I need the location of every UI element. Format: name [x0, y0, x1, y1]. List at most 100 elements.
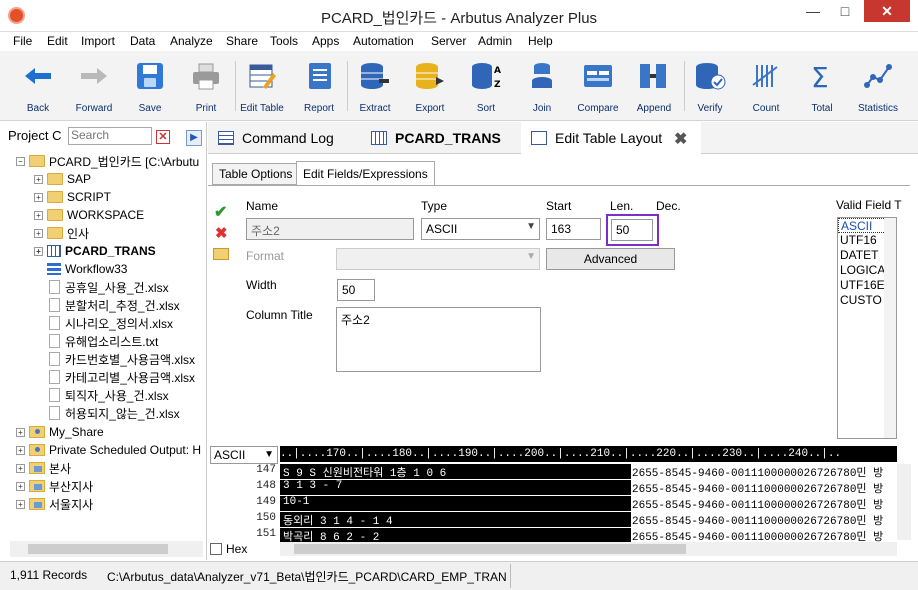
total-button[interactable]: Σ Total	[792, 57, 852, 114]
tab-command-log[interactable]: Command Log	[208, 122, 361, 154]
expand-icon[interactable]: +	[16, 463, 25, 473]
menu-file[interactable]: File	[13, 34, 32, 48]
tab-pcard-trans[interactable]: PCARD_TRANS	[361, 122, 521, 154]
tree-item-workspace[interactable]: + WORKSPACE	[34, 206, 144, 224]
file-icon	[49, 388, 60, 402]
menu-tools[interactable]: Tools	[270, 34, 298, 48]
statistics-button[interactable]: Statistics	[848, 57, 908, 114]
save-button[interactable]: Save	[120, 57, 180, 114]
expand-icon[interactable]: +	[34, 192, 43, 202]
verify-button[interactable]: Verify	[680, 57, 740, 114]
len-field[interactable]: 50	[611, 219, 653, 241]
start-field[interactable]: 163	[546, 218, 601, 240]
tree-item-sap[interactable]: + SAP	[34, 170, 91, 188]
forward-button[interactable]: Forward	[64, 57, 124, 114]
tree-root[interactable]: − PCARD_법인카드 [C:\Arbutu	[16, 152, 199, 170]
expand-icon[interactable]: +	[16, 427, 25, 437]
expand-icon[interactable]: +	[16, 481, 25, 491]
table-row[interactable]: 147 S 9 S 신원비전타워 1층 1 0 6 2655-8545-9460-0…	[208, 464, 897, 480]
tree-item-my-share[interactable]: + My_Share	[16, 423, 104, 441]
expand-icon[interactable]: +	[34, 174, 43, 184]
column-title-field[interactable]: 주소2	[336, 307, 541, 372]
tree-item-script[interactable]: + SCRIPT	[34, 188, 111, 206]
expand-icon[interactable]: +	[34, 228, 43, 238]
maximize-button[interactable]: □	[830, 0, 860, 22]
report-button[interactable]: Report	[289, 57, 349, 114]
join-button[interactable]: Join	[512, 57, 572, 114]
menu-help[interactable]: Help	[528, 34, 553, 48]
search-input[interactable]: Search	[68, 127, 152, 145]
extract-button[interactable]: Extract	[345, 57, 405, 114]
table-row[interactable]: 148 3 1 3 - 7 2655-8545-9460-0011100000026…	[208, 480, 897, 496]
tree-item-bonsa[interactable]: + 본사	[16, 459, 71, 477]
expand-icon[interactable]: +	[34, 210, 43, 220]
print-button[interactable]: Print	[176, 57, 236, 114]
export-button[interactable]: Export	[400, 57, 460, 114]
advanced-button[interactable]: Advanced	[546, 248, 675, 270]
type-select[interactable]: ASCII ▼	[421, 218, 540, 240]
grid-horizontal-scrollbar[interactable]	[280, 542, 897, 556]
width-field[interactable]: 50	[337, 279, 375, 301]
accept-icon[interactable]: ✔	[214, 202, 227, 222]
clear-search-icon[interactable]: ✕	[156, 130, 170, 144]
menu-apps[interactable]: Apps	[312, 34, 339, 48]
network-folder-icon	[29, 498, 45, 510]
tree-item-file[interactable]: 공휴일_사용_건.xlsx	[47, 278, 169, 296]
subtab-table-options[interactable]: Table Options	[212, 163, 300, 185]
count-button[interactable]: Count	[736, 57, 796, 114]
tree-item-file[interactable]: 카드번호별_사용금액.xlsx	[47, 350, 195, 368]
title-bar: PCARD_법인카드 - Arbutus Analyzer Plus — □ ✕	[0, 0, 918, 32]
tree-item-private-output[interactable]: + Private Scheduled Output: H	[16, 441, 201, 459]
len-label: Len.	[610, 199, 634, 213]
encoding-select[interactable]: ASCII ▼	[210, 446, 278, 464]
file-icon	[49, 280, 60, 294]
tree-item-file[interactable]: 유해업소리스트.txt	[47, 332, 158, 350]
table-row[interactable]: 149 10-1 2655-8545-9460-001110000002672678…	[208, 496, 897, 512]
minimize-button[interactable]: —	[798, 0, 828, 22]
name-field[interactable]: 주소2	[246, 218, 414, 240]
menu-server[interactable]: Server	[431, 34, 466, 48]
chevron-down-icon: ▼	[264, 449, 274, 460]
close-button[interactable]: ✕	[864, 0, 910, 22]
menu-automation[interactable]: Automation	[353, 34, 414, 48]
menu-edit[interactable]: Edit	[47, 34, 68, 48]
menu-admin[interactable]: Admin	[478, 34, 512, 48]
list-scrollbar[interactable]	[884, 218, 896, 438]
tree-item-pcard-trans[interactable]: + PCARD_TRANS	[34, 242, 156, 260]
expand-icon[interactable]: +	[16, 445, 25, 455]
valid-field-types-list[interactable]: ASCII UTF16 DATET LOGICA UTF16E CUSTO	[837, 217, 897, 439]
tree-item-workflow[interactable]: Workflow33	[47, 260, 127, 278]
append-button[interactable]: Append	[624, 57, 684, 114]
compare-button[interactable]: Compare	[568, 57, 628, 114]
subtab-edit-fields[interactable]: Edit Fields/Expressions	[296, 161, 435, 186]
grid-vertical-scrollbar[interactable]	[897, 464, 911, 540]
menu-analyze[interactable]: Analyze	[170, 34, 213, 48]
back-button[interactable]: Back	[8, 57, 68, 114]
edit-notes-icon[interactable]	[213, 248, 229, 260]
hex-checkbox[interactable]: Hex	[210, 542, 247, 556]
tree-item-file[interactable]: 분할처리_추정_건.xlsx	[47, 296, 180, 314]
menu-share[interactable]: Share	[226, 34, 258, 48]
expand-icon[interactable]: +	[16, 499, 25, 509]
format-select[interactable]: ▼	[336, 248, 540, 270]
expand-icon[interactable]: +	[34, 246, 43, 256]
menu-import[interactable]: Import	[81, 34, 115, 48]
close-tab-icon[interactable]: ✖	[674, 129, 687, 149]
tree-item-busan[interactable]: + 부산지사	[16, 477, 93, 495]
tree-item-file[interactable]: 카테고리별_사용금액.xlsx	[47, 368, 195, 386]
table-row[interactable]: 150 동외리 3 1 4 - 1 4 2655-8545-9460-0011100…	[208, 512, 897, 528]
tree-item-insa[interactable]: + 인사	[34, 224, 89, 242]
delete-icon[interactable]: ✖	[215, 224, 228, 242]
collapse-icon[interactable]: −	[16, 156, 25, 166]
tree-item-file[interactable]: 퇴직자_사용_건.xlsx	[47, 386, 169, 404]
table-path: C:\Arbutus_data\Analyzer_v71_Beta\법인카드_P…	[107, 570, 507, 584]
search-go-icon[interactable]: ▶	[186, 130, 202, 146]
sort-button[interactable]: AZ Sort	[456, 57, 516, 114]
edit-table-button[interactable]: Edit Table	[232, 57, 292, 114]
svg-text:Σ: Σ	[811, 61, 829, 91]
tree-item-file[interactable]: 허용되지_않는_건.xlsx	[47, 404, 180, 422]
tree-item-seoul[interactable]: + 서울지사	[16, 495, 93, 513]
menu-data[interactable]: Data	[130, 34, 155, 48]
tree-horizontal-scrollbar[interactable]	[10, 541, 203, 557]
tree-item-file[interactable]: 시나리오_정의서.xlsx	[47, 314, 173, 332]
